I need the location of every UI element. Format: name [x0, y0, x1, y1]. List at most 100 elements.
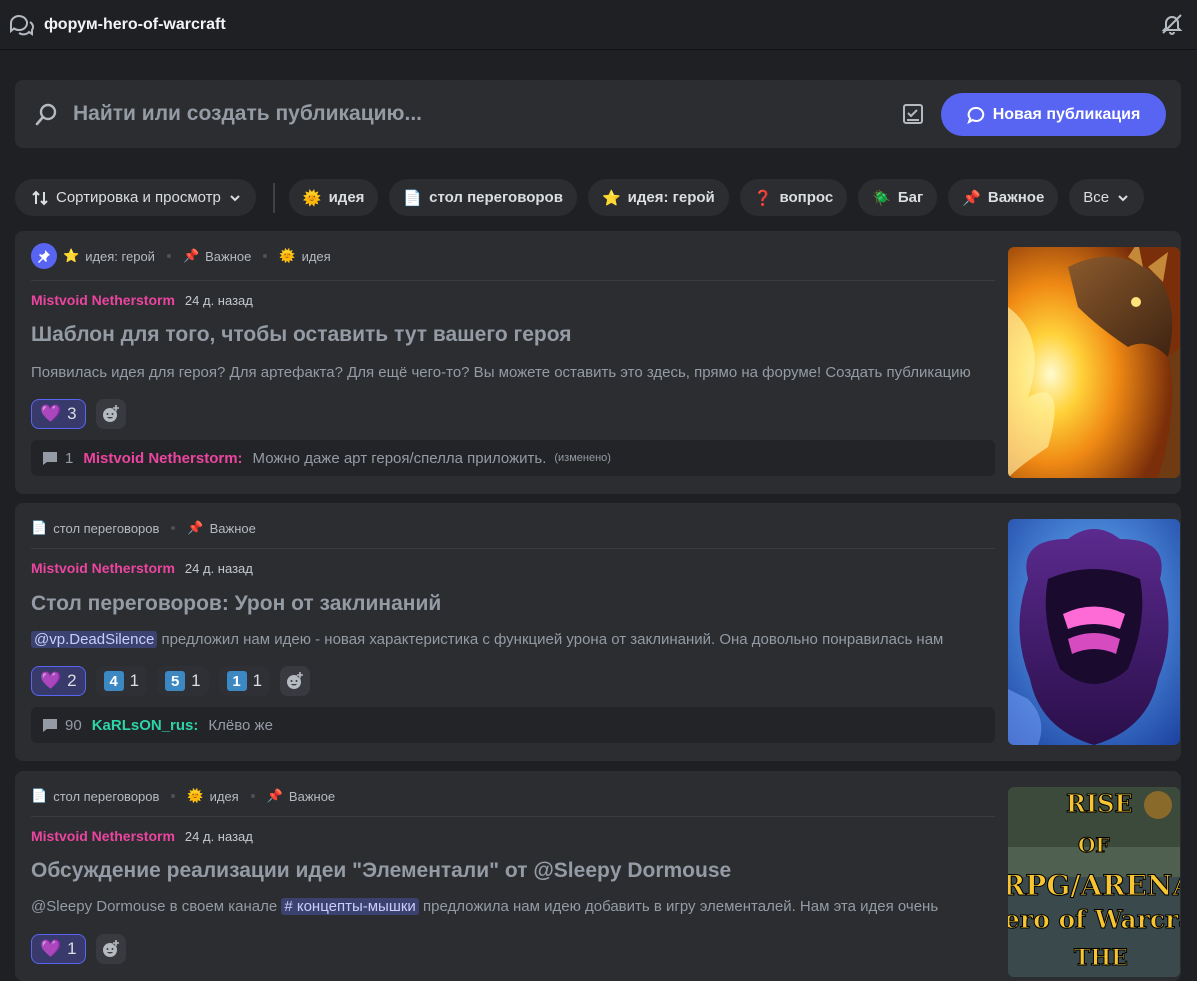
new-post-label: Новая публикация [992, 105, 1141, 123]
tag-filter-bug[interactable]: 🪲 Баг [858, 179, 938, 216]
sort-arrows-icon [32, 190, 48, 205]
chat-bubble-icon [966, 106, 984, 124]
post-tag: 🌞 идея [279, 248, 330, 264]
post-title[interactable]: Стол переговоров: Урон от заклинаний [31, 592, 441, 616]
search-icon [33, 102, 59, 128]
post-tag: 📌 Важное [183, 248, 251, 264]
reply-bubble-icon [43, 719, 57, 732]
user-mention[interactable]: @vp.DeadSilence [31, 631, 158, 648]
star-emoji-icon: ⭐ [601, 189, 621, 207]
post-tags: ⭐ идея: герой 📌 Важное 🌞 идея [31, 243, 331, 269]
channel-mention[interactable]: # концепты-мышки [281, 898, 419, 915]
filter-bar: Сортировка и просмотр 🌞 идея 📄 стол перего… [15, 179, 1145, 216]
tag-label: стол переговоров [53, 788, 160, 804]
snippet-text: @Sleepy Dormouse в своем канале [31, 898, 282, 915]
reaction-purple-heart[interactable]: 💜 1 [31, 934, 86, 964]
tag-label: идея: герой [85, 248, 155, 264]
reaction-count: 3 [67, 404, 77, 423]
reply-count: 1 [65, 449, 74, 467]
reactions: 💜 2 41 51 11 [31, 666, 311, 696]
chevron-down-icon [1118, 194, 1128, 201]
add-reaction-icon [287, 672, 304, 689]
tag-label: Важное [209, 520, 256, 536]
latest-reply[interactable]: 90 KaRLsON_rus: Клёво же [31, 707, 995, 743]
post-author[interactable]: Mistvoid Netherstorm [31, 292, 175, 308]
pushpin-emoji-icon: 📌 [962, 189, 981, 207]
latest-reply[interactable]: 1 Mistvoid Netherstorm: Можно даже арт г… [31, 440, 995, 476]
reaction-count: 1 [252, 671, 263, 690]
snippet-text: предложила нам идею добавить в игру элем… [418, 898, 939, 915]
post-card[interactable]: 📄 стол переговоров 📌 Важное Mistvoid Nethe… [15, 503, 1181, 761]
add-reaction-button[interactable] [280, 666, 311, 696]
thumb-text-hero-of-warcraft: ero of Warcra [1008, 905, 1180, 935]
post-thumbnail-rpg-arena[interactable]: RISE OF RPG/ARENA ero of Warcra THE [1008, 787, 1180, 977]
reply-text: Клёво же [208, 716, 273, 734]
post-tag: 📌 Важное [267, 788, 335, 804]
tag-separator [171, 794, 176, 798]
tag-filter-important[interactable]: 📌 Важное [948, 179, 1059, 216]
bug-emoji-icon: 🪲 [872, 189, 891, 207]
edited-label: (изменено) [554, 452, 611, 464]
reaction-keycap-5[interactable]: 51 [157, 666, 209, 696]
sun-emoji-icon: 🌞 [187, 788, 204, 803]
post-title[interactable]: Шаблон для того, чтобы оставить тут ваше… [31, 323, 572, 347]
post-snippet: @Sleepy Dormouse в своем канале # концеп… [31, 898, 995, 915]
add-reaction-icon [102, 405, 119, 422]
tag-filter-question[interactable]: ❓ вопрос [739, 179, 848, 216]
pinned-icon [31, 243, 57, 269]
post-author[interactable]: Mistvoid Netherstorm [31, 828, 175, 844]
filter-divider [272, 182, 275, 213]
thumb-text-the: THE [1074, 945, 1129, 972]
post-meta: Mistvoid Netherstorm 24 д. назад [31, 292, 253, 308]
post-tag: ⭐ идея: герой [63, 248, 155, 264]
sun-emoji-icon: 🌞 [302, 189, 322, 207]
reactions: 💜 1 [31, 934, 126, 964]
tag-label: Важное [288, 788, 336, 804]
tag-label: идея [328, 189, 365, 206]
reaction-purple-heart[interactable]: 💜 2 [31, 666, 86, 696]
reaction-keycap-4[interactable]: 41 [95, 666, 148, 696]
reaction-count: 1 [129, 671, 140, 690]
post-snippet: Появилась идея для героя? Для артефакта?… [31, 364, 971, 381]
post-card[interactable]: ⭐ идея: герой 📌 Важное 🌞 идея Mistvoid Neth… [15, 231, 1181, 494]
chevron-down-icon [230, 194, 240, 201]
post-card[interactable]: 📄 стол переговоров 🌞 идея 📌 Важное Mistvoid… [15, 771, 1181, 981]
sort-and-view-button[interactable]: Сортировка и просмотр [15, 179, 256, 216]
purple-heart-icon: 💜 [40, 939, 62, 958]
tag-separator [250, 794, 255, 798]
post-thumbnail-mask[interactable] [1008, 519, 1180, 745]
tag-filter-negotiation-table[interactable]: 📄 стол переговоров [389, 179, 577, 216]
tag-label: Важное [987, 189, 1045, 206]
channel-title: форум-hero-of-warcraft [44, 15, 226, 33]
reply-bubble-icon [43, 452, 57, 465]
post-meta: Mistvoid Netherstorm 24 д. назад [31, 828, 253, 844]
reaction-count: 2 [67, 671, 77, 690]
tag-filter-idea[interactable]: 🌞 идея [288, 179, 379, 216]
checklist-icon[interactable] [901, 102, 925, 126]
reaction-count: 1 [191, 671, 201, 690]
new-post-button[interactable]: Новая публикация [941, 93, 1166, 136]
post-tag: 📄 стол переговоров [31, 788, 159, 804]
post-title[interactable]: Обсуждение реализации идеи "Элементали" … [31, 859, 731, 883]
add-reaction-button[interactable] [95, 399, 126, 429]
notification-muted-icon[interactable] [1159, 11, 1185, 37]
thumb-text-rise: RISE [1066, 789, 1134, 819]
thumb-text-of: OF [1078, 833, 1111, 858]
reaction-keycap-1[interactable]: 11 [218, 666, 271, 696]
tag-label: стол переговоров [53, 520, 160, 536]
pushpin-emoji-icon: 📌 [266, 788, 283, 803]
keycap-1-icon: 1 [226, 671, 247, 691]
card-divider [31, 816, 995, 817]
all-tags-dropdown[interactable]: Все [1069, 179, 1145, 216]
pushpin-emoji-icon: 📌 [182, 248, 200, 263]
search-input[interactable] [73, 80, 833, 148]
post-thumbnail-dragon[interactable] [1008, 247, 1180, 478]
tag-filter-idea-hero[interactable]: ⭐ идея: герой [587, 179, 729, 216]
question-emoji-icon: ❓ [753, 189, 773, 207]
reaction-purple-heart[interactable]: 💜 3 [31, 399, 86, 429]
reply-author: KaRLsON_rus: [91, 716, 199, 734]
add-reaction-button[interactable] [95, 934, 126, 964]
post-author[interactable]: Mistvoid Netherstorm [31, 560, 175, 576]
post-time: 24 д. назад [184, 828, 253, 844]
reply-author: Mistvoid Netherstorm: [83, 449, 243, 467]
